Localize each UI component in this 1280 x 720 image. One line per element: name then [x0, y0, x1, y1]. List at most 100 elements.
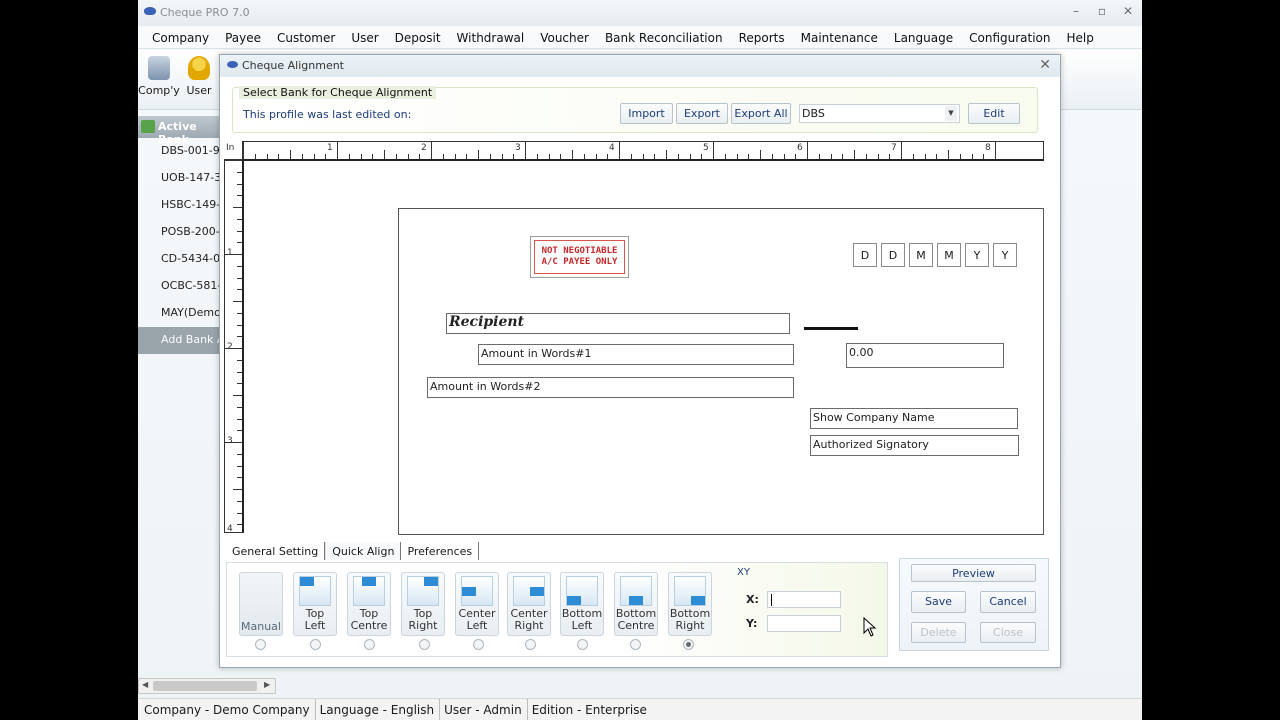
company-name-field[interactable]: Show Company Name	[810, 408, 1018, 429]
chevron-down-icon[interactable]: ▼	[945, 106, 957, 121]
align-bottom-centre-button[interactable]: Bottom Centre	[614, 572, 658, 636]
dialog-close-icon[interactable]: ✕	[1039, 57, 1051, 73]
menu-bank-reconciliation[interactable]: Bank Reconciliation	[597, 27, 731, 48]
delete-button[interactable]: Delete	[911, 622, 966, 643]
scroll-right-icon[interactable]: ▶	[264, 680, 270, 689]
ruler-tick	[854, 150, 855, 159]
date-box[interactable]: Y	[993, 243, 1017, 267]
edit-button[interactable]: Edit	[968, 103, 1020, 124]
minimize-button[interactable]: –	[1070, 4, 1082, 18]
align-label-line2: Centre	[617, 619, 655, 632]
ruler-tick	[959, 154, 961, 159]
date-box[interactable]: D	[853, 243, 877, 267]
ruler-tick	[237, 289, 242, 291]
ruler-tick	[243, 142, 244, 159]
recipient-field[interactable]: Recipient	[446, 313, 790, 334]
ruler-tick	[865, 154, 867, 159]
user-tool-button[interactable]: User	[178, 56, 220, 97]
signatory-field[interactable]: Authorized Signatory	[810, 435, 1019, 456]
tab-preferences[interactable]: Preferences	[401, 542, 480, 560]
sidebar-item[interactable]: MAY(Demo)	[138, 300, 224, 327]
ruler-tick	[237, 336, 242, 338]
manual-align-button[interactable]: Manual	[239, 572, 283, 636]
sidebar-item[interactable]: POSB-200-1	[138, 219, 224, 246]
radio-top-right[interactable]	[419, 639, 430, 650]
export-button[interactable]: Export	[676, 103, 728, 124]
ruler-number: 3	[227, 436, 233, 446]
ruler-tick	[454, 154, 456, 159]
ruler-tick	[830, 154, 832, 159]
align-center-right-button[interactable]: Center Right	[507, 572, 551, 636]
close-button[interactable]: Close	[980, 622, 1036, 643]
crossing-stamp[interactable]: NOT NEGOTIABLE A/C PAYEE ONLY	[530, 236, 629, 278]
sidebar-item-add-bank[interactable]: Add Bank Ac	[138, 327, 224, 354]
app-logo-icon	[144, 7, 156, 15]
last-edited-note: This profile was last edited on:	[243, 108, 412, 121]
align-top-left-icon	[299, 576, 331, 606]
radio-top-left[interactable]	[310, 639, 321, 650]
radio-center-left[interactable]	[473, 639, 484, 650]
align-top-left-button[interactable]: Top Left	[293, 572, 337, 636]
radio-center-right[interactable]	[525, 639, 536, 650]
y-input[interactable]	[767, 615, 841, 632]
align-top-centre-button[interactable]: Top Centre	[347, 572, 391, 636]
bank-select[interactable]: DBS ▼	[799, 104, 960, 123]
amount-words-1-field[interactable]: Amount in Words#1	[478, 344, 794, 365]
amount-field[interactable]: 0.00	[846, 343, 1004, 368]
date-box[interactable]: M	[937, 243, 961, 267]
scroll-left-icon[interactable]: ◀	[142, 680, 148, 689]
x-input[interactable]	[767, 591, 841, 608]
status-company: Company - Demo Company	[144, 699, 316, 720]
preview-button[interactable]: Preview	[911, 564, 1036, 582]
align-center-left-button[interactable]: Center Left	[455, 572, 499, 636]
menu-withdrawal[interactable]: Withdrawal	[449, 27, 533, 48]
date-box[interactable]: M	[909, 243, 933, 267]
menu-user[interactable]: User	[343, 27, 386, 48]
export-all-button[interactable]: Export All	[731, 103, 791, 124]
scroll-thumb[interactable]	[153, 681, 257, 691]
bank-sidebar: Active Bank DBS-001-90 UOB-147-30 HSBC-1…	[138, 116, 224, 356]
ruler-tick	[572, 150, 573, 159]
ruler-tick	[237, 430, 242, 432]
menu-language[interactable]: Language	[886, 27, 961, 48]
radio-manual[interactable]	[255, 639, 266, 650]
radio-bottom-centre[interactable]	[630, 639, 641, 650]
date-box[interactable]: D	[881, 243, 905, 267]
company-icon	[148, 56, 170, 80]
radio-top-centre[interactable]	[364, 639, 375, 650]
sidebar-item[interactable]: CD-5434-09	[138, 246, 224, 273]
tab-general-setting[interactable]: General Setting	[226, 542, 326, 560]
status-bar: Company - Demo Company Language - Englis…	[138, 698, 1142, 720]
align-top-right-button[interactable]: Top Right	[401, 572, 445, 636]
sidebar-item[interactable]: UOB-147-30	[138, 165, 224, 192]
amount-words-2-field[interactable]: Amount in Words#2	[427, 377, 794, 398]
close-app-button[interactable]: ✕	[1122, 4, 1134, 18]
menu-deposit[interactable]: Deposit	[387, 27, 449, 48]
menu-help[interactable]: Help	[1059, 27, 1102, 48]
ruler-tick	[290, 150, 291, 159]
ruler-tick	[325, 154, 327, 159]
cancel-button[interactable]: Cancel	[980, 591, 1036, 613]
date-box[interactable]: Y	[965, 243, 989, 267]
sidebar-item[interactable]: OCBC-581-6	[138, 273, 224, 300]
maximize-button[interactable]: ▫	[1096, 4, 1108, 18]
tab-quick-align[interactable]: Quick Align	[325, 542, 402, 560]
radio-bottom-left[interactable]	[577, 639, 588, 650]
menu-customer[interactable]: Customer	[269, 27, 343, 48]
menu-reports[interactable]: Reports	[731, 27, 793, 48]
menu-voucher[interactable]: Voucher	[532, 27, 597, 48]
align-bottom-left-icon	[566, 576, 598, 606]
menu-configuration[interactable]: Configuration	[961, 27, 1058, 48]
radio-bottom-right[interactable]	[683, 639, 694, 650]
import-button[interactable]: Import	[620, 103, 673, 124]
menu-maintenance[interactable]: Maintenance	[793, 27, 886, 48]
company-tool-button[interactable]: Comp'y	[138, 56, 180, 97]
sidebar-horizontal-scrollbar[interactable]: ◀ ▶	[138, 678, 276, 694]
ruler-number: 7	[891, 143, 897, 153]
menu-payee[interactable]: Payee	[217, 27, 269, 48]
sidebar-item[interactable]: HSBC-149-0	[138, 192, 224, 219]
align-bottom-right-button[interactable]: Bottom Right	[668, 572, 712, 636]
save-button[interactable]: Save	[911, 591, 966, 613]
menu-company[interactable]: Company	[144, 27, 217, 48]
align-bottom-left-button[interactable]: Bottom Left	[560, 572, 604, 636]
